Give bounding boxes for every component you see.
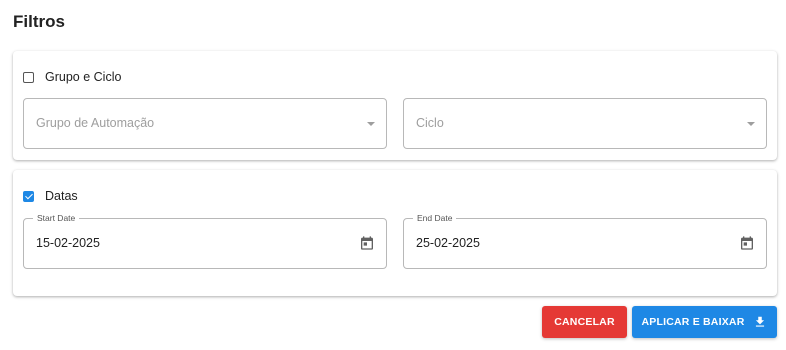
end-date-field[interactable]: End Date 25-02-2025 xyxy=(403,213,767,269)
end-date-value[interactable]: 25-02-2025 xyxy=(416,236,480,250)
cancel-button[interactable]: CANCELAR xyxy=(542,306,627,338)
group-cycle-checkbox-label[interactable]: Grupo e Ciclo xyxy=(45,70,121,84)
start-date-label: Start Date xyxy=(33,213,80,223)
group-cycle-checkbox-row[interactable]: Grupo e Ciclo xyxy=(23,70,121,84)
cancel-button-label: CANCELAR xyxy=(554,316,615,328)
dropdown-caret-icon xyxy=(747,122,755,126)
dates-checkbox[interactable] xyxy=(23,190,34,202)
automation-group-select[interactable]: Grupo de Automação xyxy=(23,98,387,149)
apply-and-download-button[interactable]: APLICAR E BAIXAR xyxy=(632,306,777,338)
apply-button-label: APLICAR E BAIXAR xyxy=(641,316,745,328)
end-date-label: End Date xyxy=(413,213,457,223)
cycle-select[interactable]: Ciclo xyxy=(403,98,767,149)
dropdown-caret-icon xyxy=(367,122,375,126)
dates-card: Datas Start Date 15-02-2025 End Date 25-… xyxy=(13,170,777,296)
start-date-value[interactable]: 15-02-2025 xyxy=(36,236,100,250)
start-date-field[interactable]: Start Date 15-02-2025 xyxy=(23,213,387,269)
calendar-icon[interactable] xyxy=(739,235,755,251)
calendar-icon[interactable] xyxy=(359,235,375,251)
dates-checkbox-row[interactable]: Datas xyxy=(23,189,78,203)
cycle-placeholder: Ciclo xyxy=(416,116,444,130)
automation-group-placeholder: Grupo de Automação xyxy=(36,116,155,130)
dates-checkbox-label[interactable]: Datas xyxy=(45,189,78,203)
download-icon xyxy=(756,316,765,327)
group-cycle-checkbox[interactable] xyxy=(23,71,34,83)
page-title: Filtros xyxy=(13,12,65,31)
group-cycle-card: Grupo e Ciclo Grupo de Automação Ciclo xyxy=(13,51,777,160)
